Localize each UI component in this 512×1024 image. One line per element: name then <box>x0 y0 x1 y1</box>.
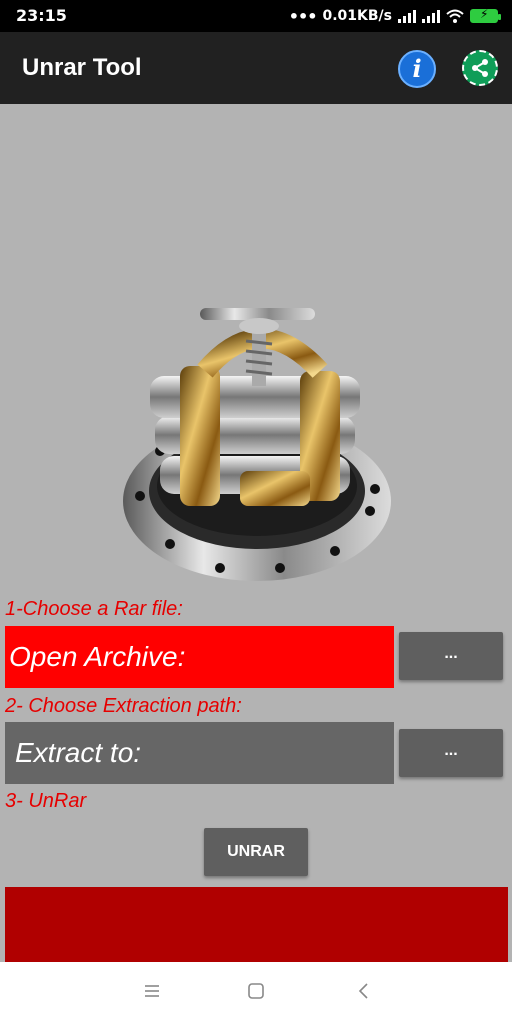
unrar-button[interactable]: UNRAR <box>204 828 308 876</box>
unrar-logo-image <box>123 308 391 581</box>
signal-icon <box>398 9 416 23</box>
more-dots-icon: ••• <box>288 6 318 26</box>
open-archive-field[interactable]: Open Archive: <box>5 626 394 688</box>
back-icon[interactable] <box>355 982 373 1000</box>
browse-extract-path-button[interactable]: ... <box>399 729 503 777</box>
extract-to-field[interactable]: Extract to: <box>5 722 394 784</box>
status-time: 23:15 <box>16 6 67 25</box>
result-area <box>5 887 508 962</box>
network-speed: 0.01KB/s <box>322 8 392 24</box>
app-title: Unrar Tool <box>22 54 142 81</box>
system-nav-bar <box>0 962 512 1024</box>
step2-label: 2- Choose Extraction path: <box>5 695 242 717</box>
step3-label: 3- UnRar <box>5 790 87 812</box>
battery-charging-icon: ⚡ <box>470 7 501 23</box>
home-square-icon[interactable] <box>247 982 265 1000</box>
share-icon[interactable] <box>462 50 498 86</box>
info-icon[interactable]: i <box>398 50 436 88</box>
wifi-icon <box>446 9 464 23</box>
step1-label: 1-Choose a Rar file: <box>5 598 183 620</box>
status-bar: 23:15 ••• 0.01KB/s ⚡ <box>0 0 512 32</box>
menu-icon[interactable] <box>143 982 161 1000</box>
signal-icon <box>422 9 440 23</box>
status-icons: ••• 0.01KB/s ⚡ <box>288 6 501 26</box>
browse-archive-button[interactable]: ... <box>399 632 503 680</box>
